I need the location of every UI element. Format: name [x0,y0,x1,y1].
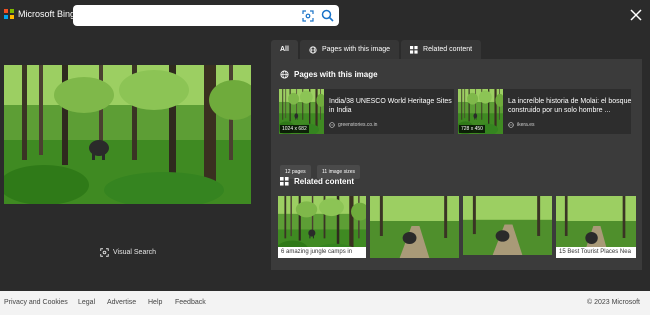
bing-logo[interactable]: Microsoft Bing [4,9,75,19]
related-caption: 15 Best Tourist Places Nea [556,247,636,258]
page-title[interactable]: India/38 UNESCO World Heritage Sites in … [329,97,454,115]
top-bar: Microsoft Bing [0,0,650,31]
results-panel: All Pages with this image Related conten… [271,37,646,270]
related-item[interactable]: 6 amazing jungle camps in [278,196,366,258]
related-image [370,196,459,258]
globe-icon [309,45,317,54]
search-input[interactable] [79,8,294,22]
globe-icon [280,70,289,79]
search-icon[interactable] [321,9,334,22]
footer-link-feedback[interactable]: Feedback [175,299,206,306]
tab-label: Related content [423,46,473,53]
section-title-text: Pages with this image [294,70,378,79]
logo-text: Microsoft Bing [18,9,76,19]
source-domain: greenstories.co.in [338,122,378,128]
page-source: ikera.es [508,122,535,128]
main-image[interactable] [4,65,251,204]
tab-related-content[interactable]: Related content [401,40,482,59]
page-title[interactable]: La increíble historia de Molai: el bosqu… [508,97,633,115]
globe-icon [329,122,335,128]
visual-search-button[interactable]: Visual Search [100,248,156,257]
microsoft-logo-icon [4,9,14,19]
footer-link-help[interactable]: Help [148,299,162,306]
image-preview-panel: Visual Search [0,37,261,270]
visual-search-icon [100,248,109,257]
tab-label: Pages with this image [321,46,391,53]
copyright: © 2023 Microsoft [586,299,640,306]
tab-label: All [280,46,289,53]
page-result-card[interactable]: 728 x 450 La increíble historia de Molai… [458,89,631,134]
related-image [463,196,552,255]
related-caption: 6 amazing jungle camps in [278,247,366,258]
tab-pages-with-image[interactable]: Pages with this image [299,40,400,59]
section-title-text: Related content [294,177,355,186]
visual-search-icon[interactable] [302,10,314,22]
related-item[interactable]: 15 Best Tourist Places Nea [556,196,636,258]
tab-content: Pages with this image 1024 x 682 India/3… [271,59,642,270]
search-box[interactable] [73,5,339,26]
logo-square-yellow [10,15,14,19]
source-domain: ikera.es [517,122,535,128]
close-icon[interactable] [628,7,644,23]
related-item[interactable] [463,196,552,255]
tab-all[interactable]: All [271,40,298,59]
footer-link-privacy[interactable]: Privacy and Cookies [4,299,68,306]
logo-square-green [10,9,14,13]
footer-link-advertise[interactable]: Advertise [107,299,136,306]
tab-bar: All Pages with this image Related conten… [271,40,482,59]
page-source: greenstories.co.in [329,122,377,128]
pages-section-title: Pages with this image [280,70,378,79]
image-size-badge: 728 x 450 [459,125,485,133]
page-result-card[interactable]: 1024 x 682 India/38 UNESCO World Heritag… [279,89,454,134]
footer: Privacy and Cookies Legal Advertise Help… [0,291,650,315]
grid-icon [410,45,418,54]
related-section-title: Related content [280,177,354,186]
logo-square-red [4,9,8,13]
visual-search-label: Visual Search [113,249,157,256]
grid-icon [280,177,289,186]
footer-link-legal[interactable]: Legal [78,299,95,306]
related-item[interactable] [370,196,459,258]
image-size-badge: 1024 x 682 [280,125,309,133]
globe-icon [508,122,514,128]
logo-square-blue [4,15,8,19]
